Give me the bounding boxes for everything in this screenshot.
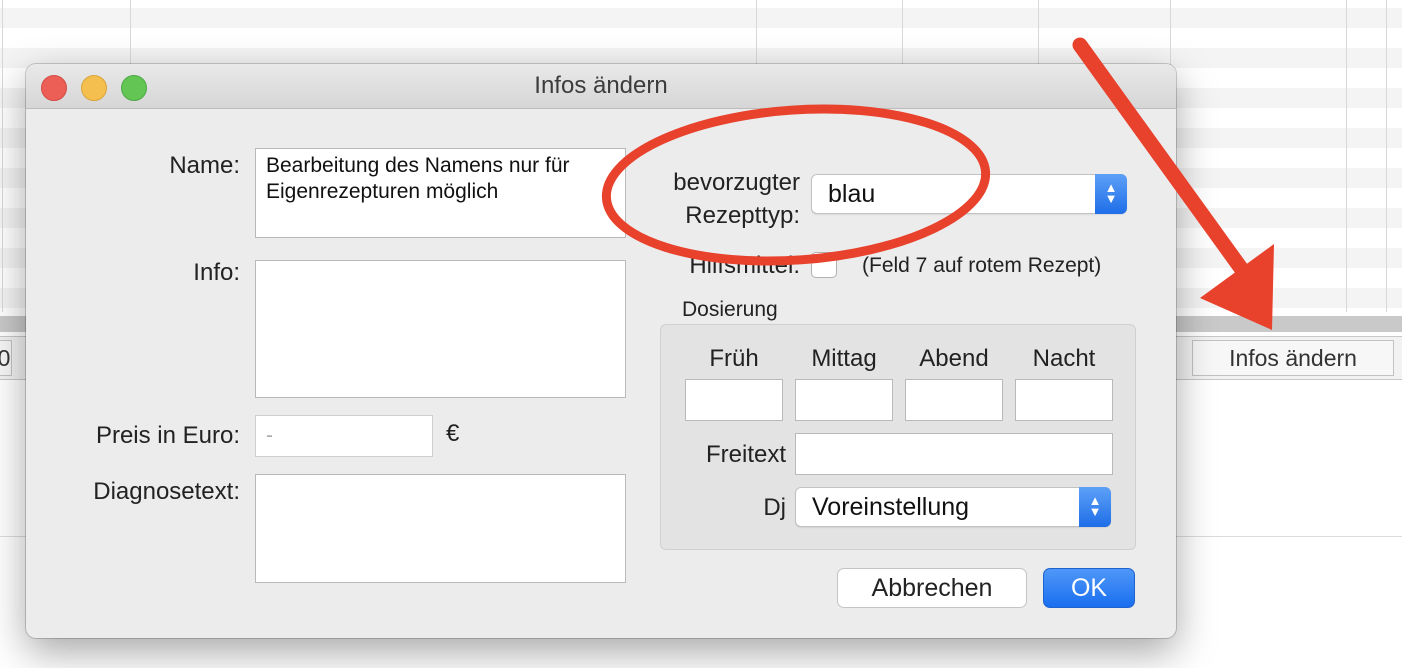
background-left-button[interactable]: 0 — [0, 340, 12, 376]
minimize-window-icon[interactable] — [81, 75, 107, 101]
table-row — [0, 8, 1402, 28]
dialog-title: Infos ändern — [534, 72, 668, 99]
info-field[interactable] — [255, 260, 626, 398]
diagnosis-label: Diagnosetext: — [93, 478, 240, 505]
close-window-icon[interactable] — [41, 75, 67, 101]
name-value-line1: Bearbeitung des Namens nur für — [266, 154, 570, 177]
column-divider — [1386, 0, 1387, 312]
price-field[interactable]: - — [255, 415, 433, 457]
dosage-col-header: Nacht — [1032, 345, 1096, 372]
infos-dialog: Infos ändern Name: Bearbeitung des Namen… — [26, 64, 1176, 638]
name-value: Bearbeitung des Namens nur für Eigenreze… — [266, 153, 570, 205]
dosage-night-field[interactable] — [1015, 379, 1113, 421]
chevron-updown-icon: ▲ ▼ — [1079, 487, 1111, 527]
info-label: Info: — [193, 259, 240, 286]
chevron-updown-icon: ▲ ▼ — [1095, 174, 1127, 214]
cancel-button[interactable]: Abbrechen — [837, 568, 1027, 608]
dj-select[interactable]: Voreinstellung ▲ ▼ — [795, 487, 1111, 527]
dj-label: Dj — [763, 494, 786, 521]
freetext-label: Freitext — [705, 441, 786, 468]
rx-type-label: bevorzugter Rezepttyp: — [636, 166, 800, 232]
aid-checkbox[interactable] — [811, 252, 837, 278]
dosage-noon-field[interactable] — [795, 379, 893, 421]
background-infos-button[interactable]: Infos ändern — [1192, 340, 1394, 376]
rx-type-select[interactable]: blau ▲ ▼ — [811, 174, 1127, 214]
rx-type-label-line1: bevorzugter — [673, 169, 800, 196]
rx-type-value: blau — [828, 180, 876, 208]
price-label: Preis in Euro: — [95, 422, 240, 449]
diagnosis-field[interactable] — [255, 474, 626, 583]
name-field[interactable]: Bearbeitung des Namens nur für Eigenreze… — [255, 148, 626, 238]
name-label: Name: — [169, 152, 240, 179]
title-bar: Infos ändern — [26, 64, 1176, 109]
dosage-col-header: Abend — [919, 345, 989, 372]
zoom-window-icon[interactable] — [121, 75, 147, 101]
dosage-col-header: Früh — [709, 345, 759, 372]
column-divider — [1346, 0, 1347, 312]
dosage-morning-field[interactable] — [685, 379, 783, 421]
name-value-line2: Eigenrezepturen möglich — [266, 180, 499, 203]
dosage-col-header: Mittag — [811, 345, 877, 372]
column-divider — [2, 0, 3, 312]
dosage-group-label: Dosierung — [682, 298, 778, 321]
rx-type-label-line2: Rezepttyp: — [685, 202, 800, 229]
euro-unit: € — [446, 420, 460, 447]
ok-button[interactable]: OK — [1043, 568, 1135, 608]
aid-label: Hilfsmittel: — [689, 252, 800, 279]
price-placeholder: - — [266, 424, 273, 447]
freetext-field[interactable] — [795, 433, 1113, 475]
dosage-evening-field[interactable] — [905, 379, 1003, 421]
dj-value: Voreinstellung — [812, 493, 970, 521]
aid-hint: (Feld 7 auf rotem Rezept) — [862, 254, 1102, 277]
